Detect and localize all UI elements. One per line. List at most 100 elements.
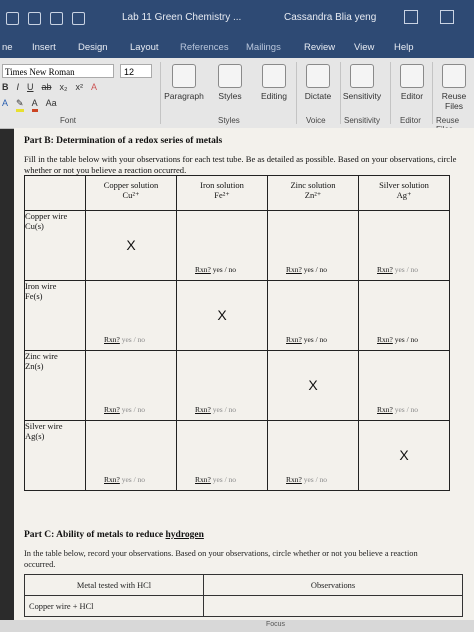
paragraph-icon	[172, 64, 196, 88]
sensitivity-icon	[350, 64, 374, 88]
tab-layout[interactable]: Layout	[130, 42, 159, 53]
clear-format-button[interactable]: A	[91, 82, 97, 92]
rxn-choice[interactable]: Rxn? yes / no	[104, 405, 145, 414]
table-cell[interactable]: Rxn? yes / no	[176, 420, 268, 491]
editing-button[interactable]: Editing	[254, 62, 294, 101]
microphone-icon	[306, 64, 330, 88]
table-cell[interactable]	[203, 595, 463, 617]
rxn-choice[interactable]: Rxn? yes / no	[286, 265, 327, 274]
bold-button[interactable]: B	[2, 82, 9, 92]
table-cell[interactable]: Rxn? yes / no	[176, 210, 268, 281]
group-label-voice: Voice	[306, 116, 326, 125]
part-c-instructions: In the table below, record your observat…	[24, 549, 418, 569]
dictate-button[interactable]: Dictate	[298, 62, 338, 101]
rxn-choice[interactable]: Rxn? yes / no	[377, 405, 418, 414]
x-mark: X	[399, 447, 409, 463]
table-cell[interactable]: Rxn? yes / no	[267, 210, 359, 281]
rxn-choice[interactable]: Rxn? yes / no	[195, 475, 236, 484]
rxn-choice[interactable]: Rxn? yes / no	[286, 335, 327, 344]
tab-design[interactable]: Design	[78, 42, 108, 53]
search-icon	[262, 64, 286, 88]
x-mark: X	[217, 307, 227, 323]
table-cell[interactable]: Rxn? yes / no	[176, 350, 268, 421]
styles-button[interactable]: Styles	[210, 62, 250, 101]
font-color-button[interactable]: A	[31, 98, 38, 112]
table-cell[interactable]: X	[358, 420, 450, 491]
table-cell: Copper wire + HCl	[24, 595, 204, 617]
rxn-choice[interactable]: Rxn? yes / no	[195, 265, 236, 274]
part-b-heading: Part B: Determination of a redox series …	[24, 136, 223, 146]
group-label-editor: Editor	[400, 116, 421, 125]
column-header: Zinc solution Zn²⁺	[267, 175, 359, 211]
table-row: Iron wire Fe(s) Rxn? yes / no X Rxn? yes …	[24, 280, 450, 351]
underline-button[interactable]: U	[27, 82, 34, 92]
table-cell[interactable]: X	[267, 350, 359, 421]
table-cell[interactable]: Rxn? yes / no	[85, 420, 177, 491]
editor-button[interactable]: Editor	[392, 62, 432, 101]
text-effects-button[interactable]: A	[2, 98, 8, 112]
divider	[340, 62, 341, 124]
row-header: Copper wire Cu(s)	[24, 210, 86, 281]
tab-references[interactable]: References	[180, 42, 229, 53]
table-cell[interactable]: X	[85, 210, 177, 281]
tab-review[interactable]: Review	[304, 42, 335, 53]
font-size-select[interactable]: 12	[120, 64, 152, 78]
user-name[interactable]: Cassandra Blia yeng	[284, 12, 376, 23]
ribbon-display-icon[interactable]	[404, 10, 418, 24]
reuse-files-icon	[442, 64, 466, 88]
part-b-instructions: Fill in the table below with your observ…	[24, 154, 457, 175]
tab-view[interactable]: View	[354, 42, 374, 53]
column-header: Iron solution Fe²⁺	[176, 175, 268, 211]
table-cell[interactable]: Rxn? yes / no	[358, 210, 450, 281]
row-header: Iron wire Fe(s)	[24, 280, 86, 351]
table-cell[interactable]: Rxn? yes / no	[358, 280, 450, 351]
autosave-icon[interactable]	[6, 12, 19, 25]
status-bar: Focus	[0, 620, 474, 632]
tab-insert[interactable]: Insert	[32, 42, 56, 53]
paragraph-button[interactable]: Paragraph	[164, 62, 204, 101]
table-corner-cell	[24, 175, 86, 211]
rxn-choice[interactable]: Rxn? yes / no	[377, 335, 418, 344]
table-cell[interactable]: Rxn? yes / no	[267, 420, 359, 491]
font-name-select[interactable]: Times New Roman	[2, 64, 114, 78]
focus-button[interactable]: Focus	[266, 621, 285, 628]
document-page[interactable]: Part B: Determination of a redox series …	[14, 128, 474, 632]
divider	[160, 62, 161, 124]
italic-button[interactable]: I	[17, 82, 20, 92]
column-header: Copper solution Cu²⁺	[85, 175, 177, 211]
undo-icon[interactable]	[50, 12, 63, 25]
table-cell[interactable]: Rxn? yes / no	[85, 280, 177, 351]
tab-home[interactable]: ne	[2, 42, 13, 53]
sensitivity-button[interactable]: Sensitivity	[342, 62, 382, 101]
row-header: Zinc wire Zn(s)	[24, 350, 86, 421]
change-case-button[interactable]: Aa	[46, 98, 57, 112]
column-header: Silver solution Ag⁺	[358, 175, 450, 211]
rxn-choice[interactable]: Rxn? yes / no	[195, 405, 236, 414]
highlight-icon[interactable]: ✎	[16, 98, 24, 112]
tab-mailings[interactable]: Mailings	[246, 42, 281, 53]
save-icon[interactable]	[28, 12, 41, 25]
group-label-sensitivity: Sensitivity	[344, 116, 381, 125]
table-cell[interactable]: Rxn? yes / no	[267, 280, 359, 351]
minimize-icon[interactable]	[440, 10, 454, 24]
rxn-choice[interactable]: Rxn? yes / no	[104, 335, 145, 344]
strikethrough-button[interactable]: ab	[42, 82, 52, 92]
table-cell[interactable]: Rxn? yes / no	[358, 350, 450, 421]
reuse-files-button[interactable]: Reuse Files	[434, 62, 474, 111]
subscript-button[interactable]: x₂	[60, 82, 68, 92]
rxn-choice[interactable]: Rxn? yes / no	[286, 475, 327, 484]
group-label-styles: Styles	[218, 116, 240, 125]
rxn-choice[interactable]: Rxn? yes / no	[377, 265, 418, 274]
x-mark: X	[308, 377, 318, 393]
table-cell[interactable]: Rxn? yes / no	[85, 350, 177, 421]
rxn-choice[interactable]: Rxn? yes / no	[104, 475, 145, 484]
redo-icon[interactable]	[72, 12, 85, 25]
tab-help[interactable]: Help	[394, 42, 414, 53]
x-mark: X	[126, 237, 136, 253]
table-row: Zinc wire Zn(s) Rxn? yes / no Rxn? yes / …	[24, 350, 450, 421]
superscript-button[interactable]: x²	[76, 82, 84, 92]
ribbon-tabs: ne Insert Design Layout References Maili…	[0, 38, 474, 58]
table-cell[interactable]: X	[176, 280, 268, 351]
format-row-1: B I U ab x₂ x² A	[2, 82, 97, 92]
table-row: Silver wire Ag(s) Rxn? yes / no Rxn? yes …	[24, 420, 450, 491]
